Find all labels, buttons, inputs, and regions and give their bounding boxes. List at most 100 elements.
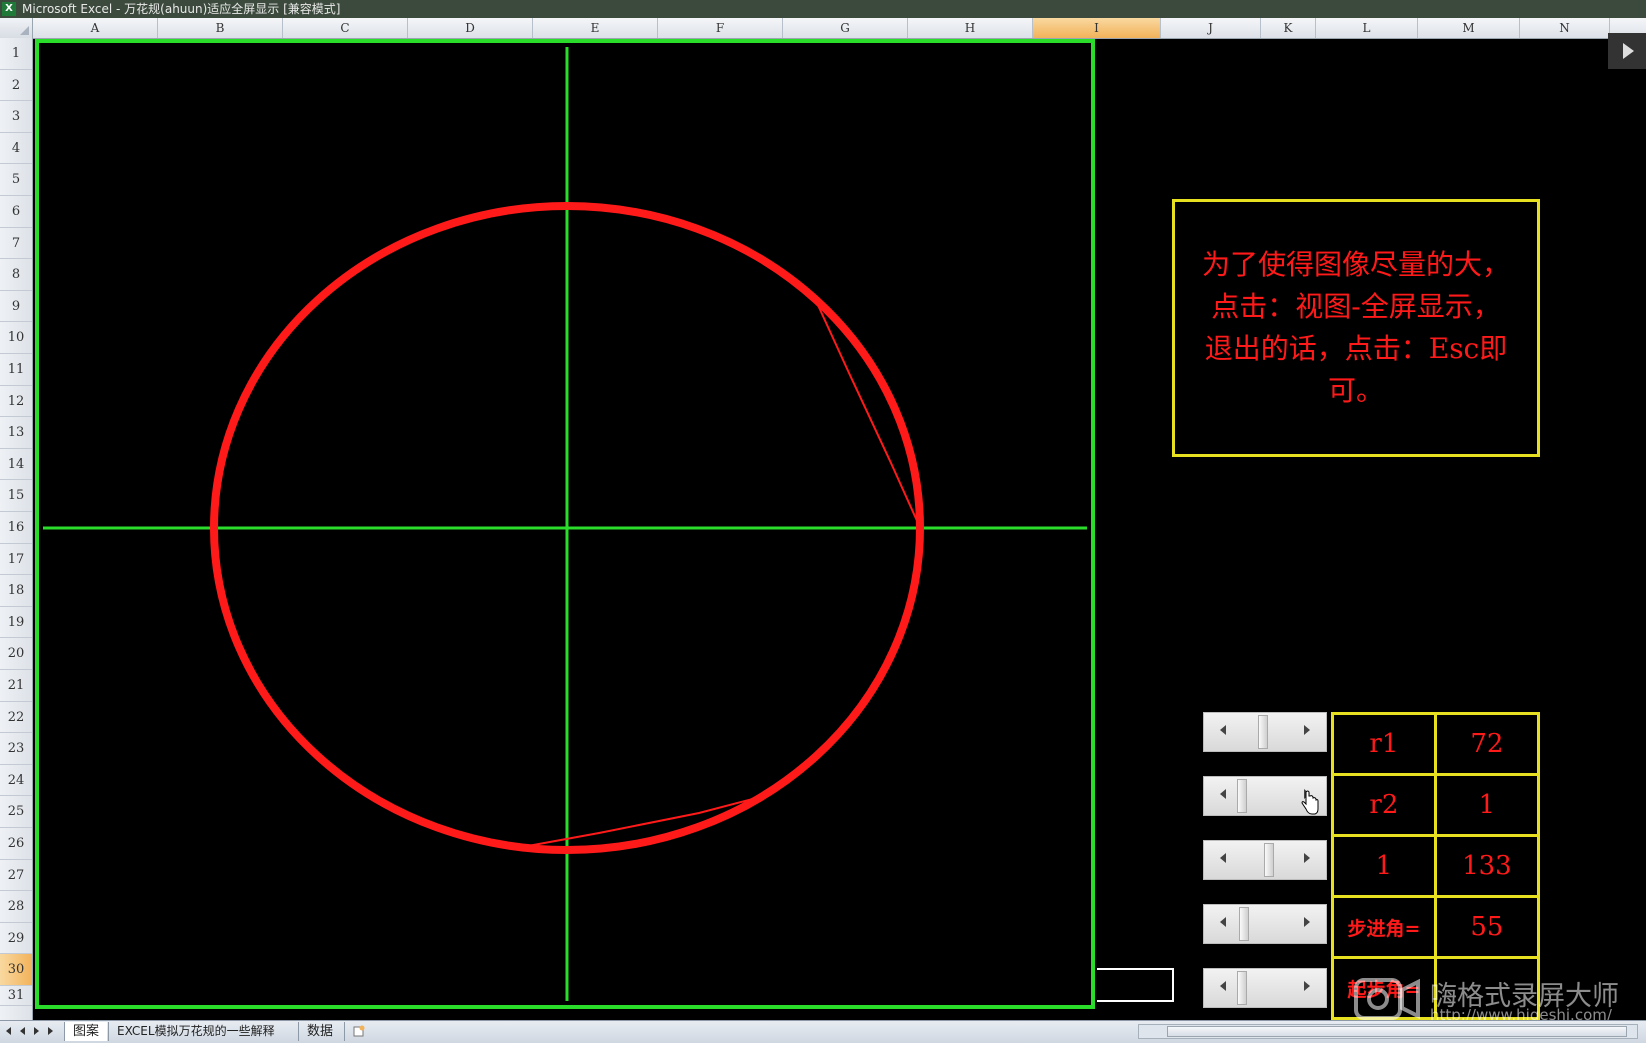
table-row: 步进角= 55: [1331, 895, 1541, 959]
slider-thumb[interactable]: [1264, 843, 1274, 877]
column-header-e[interactable]: E: [533, 18, 658, 38]
row-header-5[interactable]: 5: [0, 164, 32, 196]
scroll-left-arrow-icon[interactable]: [1220, 917, 1226, 927]
slider-thumb[interactable]: [1237, 971, 1247, 1005]
row-header-9[interactable]: 9: [0, 291, 32, 323]
sheet-tab-data[interactable]: 数据: [298, 1022, 341, 1041]
scroll-right-arrow-icon[interactable]: [1304, 917, 1310, 927]
column-header-l[interactable]: L: [1316, 18, 1418, 38]
row-header-6[interactable]: 6: [0, 196, 32, 228]
param-value-cell[interactable]: 133: [1433, 834, 1541, 898]
column-header-m[interactable]: M: [1418, 18, 1520, 38]
insert-sheet-icon[interactable]: [344, 1022, 368, 1041]
column-header-f[interactable]: F: [658, 18, 783, 38]
instruction-line-3: 退出的话，点击：Esc即: [1204, 332, 1508, 365]
window-title: Microsoft Excel - 万花规(ahuun)适应全屏显示 [兼容模式…: [22, 2, 341, 16]
selected-cell-outline[interactable]: [1097, 968, 1174, 1002]
row-header-8[interactable]: 8: [0, 259, 32, 291]
slider-thumb[interactable]: [1258, 715, 1268, 749]
row-header-3[interactable]: 3: [0, 101, 32, 133]
next-sheet-icon[interactable]: [34, 1027, 39, 1035]
param-value-cell[interactable]: 72: [1433, 712, 1541, 776]
param-label-cell[interactable]: r1: [1331, 712, 1437, 776]
sheet-tab-pattern[interactable]: 图案: [64, 1022, 108, 1041]
row-header-bar: 1 2 3 4 5 6 7 8 9 10 11 12 13 14 15 16 17 18 19 20 21 22 23 24 2…: [0, 38, 33, 1020]
column-header-g[interactable]: G: [783, 18, 908, 38]
row-header-28[interactable]: 28: [0, 891, 32, 923]
row-header-12[interactable]: 12: [0, 386, 32, 418]
slider-thumb[interactable]: [1237, 779, 1247, 813]
row-header-25[interactable]: 25: [0, 796, 32, 828]
sheet-tab-explanation[interactable]: EXCEL模拟万花规的一些解释: [108, 1022, 283, 1041]
fullscreen-instructions-box: 为了使得图像尽量的大， 点击：视图-全屏显示， 退出的话，点击：Esc即 可。: [1172, 199, 1540, 457]
row-header-2[interactable]: 2: [0, 70, 32, 102]
column-header-a[interactable]: A: [33, 18, 158, 38]
horizontal-scroll-thumb[interactable]: [1167, 1026, 1627, 1037]
scroll-right-arrow-icon[interactable]: [1304, 853, 1310, 863]
param3-slider[interactable]: [1203, 840, 1327, 880]
row-header-11[interactable]: 11: [0, 354, 32, 386]
last-sheet-icon[interactable]: [48, 1027, 53, 1035]
scroll-right-arrow-icon[interactable]: [1304, 725, 1310, 735]
row-header-4[interactable]: 4: [0, 133, 32, 165]
start-angle-slider[interactable]: [1203, 968, 1327, 1008]
row-header-1[interactable]: 1: [0, 38, 32, 70]
recorder-watermark: 嗨格式录屏大师 http://www.higeshi.com/: [1352, 974, 1642, 1024]
row-header-21[interactable]: 21: [0, 670, 32, 702]
prev-sheet-icon[interactable]: [20, 1027, 25, 1035]
spirograph-chart[interactable]: [35, 39, 1095, 1009]
row-header-10[interactable]: 10: [0, 322, 32, 354]
step-angle-slider[interactable]: [1203, 904, 1327, 944]
row-header-19[interactable]: 19: [0, 607, 32, 639]
row-header-17[interactable]: 17: [0, 544, 32, 576]
row-header-18[interactable]: 18: [0, 575, 32, 607]
row-header-7[interactable]: 7: [0, 228, 32, 260]
row-header-20[interactable]: 20: [0, 638, 32, 670]
row-header-23[interactable]: 23: [0, 733, 32, 765]
column-header-h[interactable]: H: [908, 18, 1033, 38]
table-row: r2 1: [1331, 773, 1541, 837]
row-header-15[interactable]: 15: [0, 480, 32, 512]
hand-cursor-icon: [1301, 790, 1319, 815]
param-label-cell[interactable]: r2: [1331, 773, 1437, 837]
param-label-cell[interactable]: 1: [1331, 834, 1437, 898]
scroll-left-arrow-icon[interactable]: [1220, 789, 1226, 799]
instruction-line-4: 可。: [1327, 374, 1384, 407]
row-header-29[interactable]: 29: [0, 923, 32, 955]
table-row: r1 72: [1331, 712, 1541, 776]
row-header-22[interactable]: 22: [0, 702, 32, 734]
column-header-i[interactable]: I: [1033, 18, 1161, 38]
scroll-left-arrow-icon[interactable]: [1220, 853, 1226, 863]
slider-thumb[interactable]: [1239, 907, 1249, 941]
play-icon[interactable]: [1608, 33, 1646, 69]
select-all-button[interactable]: [0, 18, 33, 38]
param-label-cell[interactable]: 步进角=: [1331, 895, 1437, 959]
horizontal-scrollbar[interactable]: [1138, 1024, 1638, 1039]
row-header-24[interactable]: 24: [0, 765, 32, 797]
column-header-c[interactable]: C: [283, 18, 408, 38]
scroll-left-arrow-icon[interactable]: [1220, 725, 1226, 735]
param-value-cell[interactable]: 55: [1433, 895, 1541, 959]
column-header-k[interactable]: K: [1261, 18, 1316, 38]
excel-app-icon[interactable]: X: [2, 2, 16, 16]
chart-canvas: [43, 47, 1087, 1001]
instruction-line-1: 为了使得图像尽量的大，: [1201, 248, 1510, 281]
column-header-b[interactable]: B: [158, 18, 283, 38]
scroll-left-arrow-icon[interactable]: [1220, 981, 1226, 991]
first-sheet-icon[interactable]: [6, 1027, 11, 1035]
table-row: 1 133: [1331, 834, 1541, 898]
scroll-right-arrow-icon[interactable]: [1304, 981, 1310, 991]
row-header-30[interactable]: 30: [0, 954, 32, 986]
row-header-31[interactable]: 31: [0, 986, 32, 1006]
row-header-26[interactable]: 26: [0, 828, 32, 860]
row-header-14[interactable]: 14: [0, 449, 32, 481]
row-header-13[interactable]: 13: [0, 417, 32, 449]
row-header-16[interactable]: 16: [0, 512, 32, 544]
column-header-j[interactable]: J: [1161, 18, 1261, 38]
spirograph-chord-upper: [816, 302, 919, 524]
r1-slider[interactable]: [1203, 712, 1327, 752]
column-header-n[interactable]: N: [1520, 18, 1610, 38]
column-header-d[interactable]: D: [408, 18, 533, 38]
row-header-27[interactable]: 27: [0, 860, 32, 892]
param-value-cell[interactable]: 1: [1433, 773, 1541, 837]
